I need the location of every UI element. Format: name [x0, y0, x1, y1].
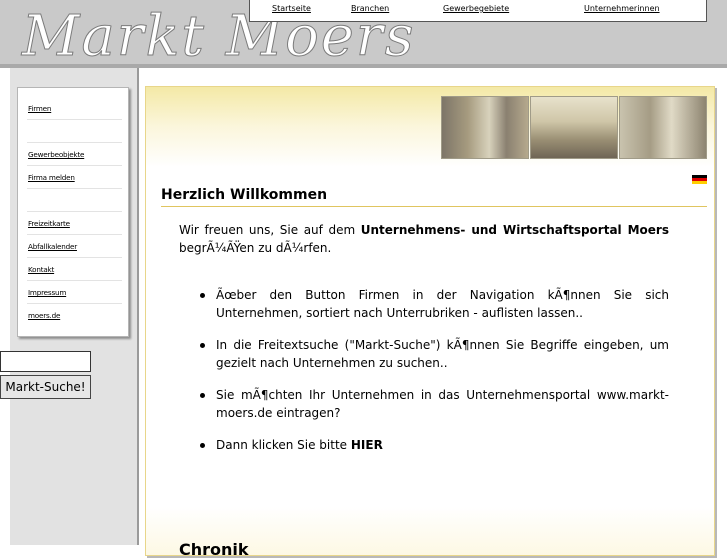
- sidebar-link-impressum[interactable]: Impressum: [28, 288, 66, 297]
- sidebar-link-gewerbeobjekte[interactable]: Gewerbeobjekte: [28, 150, 84, 159]
- register-link[interactable]: HIER: [351, 438, 383, 452]
- sidebar-menu: Firmen Gewerbeobjekte Firma melden Freiz…: [17, 87, 129, 337]
- nav-link-branchen[interactable]: Branchen: [351, 4, 389, 13]
- search-input[interactable]: [0, 351, 91, 372]
- page-title: Herzlich Willkommen: [161, 185, 707, 207]
- sidebar-item-kontakt: Kontakt: [27, 259, 122, 281]
- sidebar-link-moers-de[interactable]: moers.de: [28, 311, 60, 320]
- nav-link-gewerbegebiete[interactable]: Gewerbegebiete: [443, 4, 509, 13]
- sidebar-link-firmen[interactable]: Firmen: [28, 104, 51, 113]
- left-column-border: [137, 68, 139, 545]
- top-navigation: Startseite Branchen Gewerbegebiete Unter…: [249, 0, 707, 22]
- content-panel: Herzlich Willkommen Wir freuen uns, Sie …: [145, 86, 715, 559]
- sidebar-item-freizeitkarte: Freizeitkarte: [27, 213, 122, 235]
- nav-link-startseite[interactable]: Startseite: [272, 4, 311, 13]
- town-photo-3: [619, 96, 707, 159]
- nav-link-unternehmerinnen[interactable]: Unternehmerinnen: [584, 4, 660, 13]
- sidebar-link-freizeitkarte[interactable]: Freizeitkarte: [28, 219, 70, 228]
- list-item: In die Freitextsuche ("Markt-Suche") kÃ¶…: [179, 336, 669, 372]
- town-photo-1: [441, 96, 529, 159]
- sidebar-item-gewerbeobjekte: Gewerbeobjekte: [27, 144, 122, 166]
- town-photo-2: [530, 96, 618, 159]
- sidebar-item-firmen: Firmen: [27, 98, 122, 120]
- sidebar-item-firma-melden: Firma melden: [27, 167, 122, 189]
- sidebar-item-impressum: Impressum: [27, 282, 122, 304]
- german-flag-icon[interactable]: [692, 175, 707, 184]
- list-item: Sie mÃ¶chten Ihr Unternehmen in das Unte…: [179, 386, 669, 422]
- search-button[interactable]: Markt-Suche!: [0, 375, 91, 399]
- list-item: Ãœber den Button Firmen in der Navigatio…: [179, 286, 669, 322]
- section-heading: Chronik: [179, 540, 249, 559]
- sidebar-item-moers-de: moers.de: [27, 305, 122, 327]
- sidebar-item-abfallkalender: Abfallkalender: [27, 236, 122, 258]
- sidebar-link-firma-melden[interactable]: Firma melden: [28, 173, 75, 182]
- sidebar-spacer: [27, 121, 122, 143]
- sidebar-spacer: [27, 190, 122, 212]
- info-list: Ãœber den Button Firmen in der Navigatio…: [179, 286, 669, 468]
- sidebar-link-kontakt[interactable]: Kontakt: [28, 265, 54, 274]
- sidebar-link-abfallkalender[interactable]: Abfallkalender: [28, 242, 77, 251]
- list-item: Dann klicken Sie bitte HIER: [179, 436, 669, 454]
- intro-text: Wir freuen uns, Sie auf dem Unternehmens…: [179, 223, 669, 255]
- portal-name: Unternehmens- und Wirtschaftsportal Moer…: [360, 223, 669, 237]
